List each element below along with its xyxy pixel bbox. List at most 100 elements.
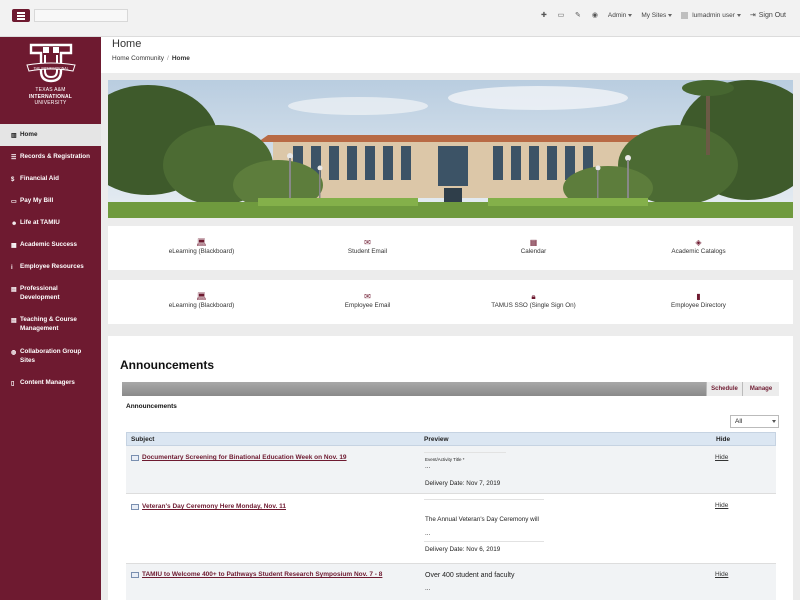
sidebar-item-financial-aid[interactable]: $ Financial Aid [0,168,101,190]
table-row: Veteran's Day Ceremony Here Monday, Nov.… [126,494,776,564]
hide-link[interactable]: Hide [715,502,728,509]
table-row: Documentary Screening for Binational Edu… [126,446,776,494]
sidebar-item-content-managers[interactable]: ▯ Content Managers [0,372,101,394]
filter-selected-value: All [735,418,743,425]
sidebar-item-label: Records & Registration [20,153,90,160]
column-subject[interactable]: Subject [131,436,154,443]
table-header: Subject Preview Hide [126,432,776,446]
subject-text: Documentary Screening for Binational Edu… [142,454,347,461]
page-header: Home Home Community / Home [101,37,800,73]
sidebar-item-label: Content Managers [20,379,75,386]
breadcrumb-root-link[interactable]: Home Community [112,55,164,62]
quicklink-label: Employee Directory [671,302,726,309]
envelope-icon [131,503,139,510]
university-logo[interactable]: THE INTERNATIONAL TEXAS A&M INTERNATIONA… [0,37,101,124]
user-menu[interactable]: lumadmin user [681,11,741,19]
sidebar-item-label: Academic Success [20,241,78,248]
delivery-date: Delivery Date: Nov 6, 2019 [425,546,501,553]
university-wordmark: TEXAS A&M INTERNATIONAL UNIVERSITY [29,87,72,107]
quicklink-academic-catalogs[interactable]: ◈ Academic Catalogs [613,238,784,255]
page-title: Home [112,38,142,50]
edit-icon[interactable]: ✎ [574,11,582,19]
svg-text:THE INTERNATIONAL: THE INTERNATIONAL [32,67,68,71]
preview-divider [424,541,544,542]
top-bar: ✚ ▭ ✎ ◉ Admin My Sites lumadmin user ⇥ S… [0,0,800,37]
admin-menu[interactable]: Admin [608,12,633,19]
quicklink-employee-email[interactable]: ✉ Employee Email [282,292,453,309]
breadcrumb-current: Home [171,55,190,62]
sidebar-item-pay-my-bill[interactable]: ▭ Pay My Bill [0,190,101,212]
plus-icon[interactable]: ✚ [540,11,548,19]
sidebar: THE INTERNATIONAL TEXAS A&M INTERNATIONA… [0,37,101,600]
quick-links-employees: 💻︎ eLearning (Blackboard) ✉ Employee Ema… [108,280,793,324]
quicklink-label: eLearning (Blackboard) [168,248,235,255]
address-book-icon: ▮ [696,292,701,301]
list-icon: ☰ [11,154,17,161]
sidebar-item-label: Employee Resources [20,263,84,270]
eye-icon[interactable]: ◉ [591,11,599,19]
hide-link[interactable]: Hide [715,454,728,461]
sidebar-item-records-registration[interactable]: ☰ Records & Registration [0,146,101,168]
quicklink-elearning-employee[interactable]: 💻︎ eLearning (Blackboard) [116,292,287,309]
users-icon: ☻ [11,220,18,227]
quicklink-tamus-sso[interactable]: 🔒︎ TAMUS SSO (Single Sign On) [448,292,619,309]
lock-icon: 🔒︎ [531,292,536,301]
sidebar-item-academic-success[interactable]: ▦ Academic Success [0,234,101,256]
quicklink-label: TAMUS SSO (Single Sign On) [491,302,576,309]
schedule-button[interactable]: Schedule [706,382,742,396]
sidebar-item-life-at-tamiu[interactable]: ☻ Life at TAMIU [0,212,101,234]
grid-icon: ▦ [11,242,17,249]
sidebar-item-label: Pay My Bill [20,197,54,204]
quick-links-students: 💻︎ eLearning (Blackboard) ✉ Student Emai… [108,226,793,270]
dollar-icon: $ [11,176,15,183]
search-input[interactable] [34,9,128,22]
preview-ellipsis: ... [425,530,431,537]
column-preview[interactable]: Preview [424,436,449,443]
chevron-down-icon [668,13,673,17]
logo-line-1: TEXAS A&M [35,87,66,93]
sidebar-item-home[interactable]: ▥ Home [0,124,101,146]
quicklink-label: Calendar [520,248,547,255]
announcement-filter-select[interactable]: All [730,415,779,428]
sign-out-button[interactable]: ⇥ Sign Out [749,11,786,20]
campus-banner-image [108,80,793,218]
hide-link[interactable]: Hide [715,571,728,578]
announcement-subject-link[interactable]: Documentary Screening for Binational Edu… [131,454,347,461]
my-sites-menu[interactable]: My Sites [641,11,673,19]
sidebar-item-professional-development[interactable]: ▤ Professional Development [0,278,101,309]
preview-divider [424,499,544,500]
quicklink-calendar[interactable]: ▦ Calendar [448,238,619,255]
card-icon: ▭ [11,198,17,205]
column-hide[interactable]: Hide [716,436,730,443]
quicklink-student-email[interactable]: ✉ Student Email [282,238,453,255]
sidebar-item-teaching-course-management[interactable]: ▤ Teaching & Course Management [0,309,101,341]
announcements-subheading: Announcements [126,403,177,410]
envelope-icon: ✉ [364,238,371,247]
calendar-icon: ▦ [529,238,538,247]
hamburger-menu-button[interactable] [12,9,30,22]
sign-out-icon: ⇥ [749,12,756,19]
laptop-icon: 💻︎ [196,292,207,301]
chevron-down-icon [628,13,633,17]
preview-ellipsis: ... [425,463,431,470]
my-sites-label: My Sites [641,11,667,19]
quicklink-employee-directory[interactable]: ▮ Employee Directory [613,292,784,309]
breadcrumb-separator: / [167,55,169,62]
announcements-heading: Announcements [120,358,215,372]
sign-out-label: Sign Out [758,11,786,19]
manage-button[interactable]: Manage [742,382,779,396]
breadcrumb: Home Community / Home [112,55,190,62]
file-icon: ▯ [11,380,15,387]
user-name: lumadmin user [692,11,735,19]
delivery-date: Delivery Date: Nov 7, 2019 [425,480,501,487]
chevron-down-icon [772,420,776,423]
monitor-icon[interactable]: ▭ [557,11,565,19]
announcement-subject-link[interactable]: TAMIU to Welcome 400+ to Pathways Studen… [131,571,382,578]
sidebar-item-employee-resources[interactable]: i Employee Resources [0,256,101,278]
sidebar-item-collaboration-group-sites[interactable]: ◍ Collaboration Group Sites [0,341,101,372]
announcement-subject-link[interactable]: Veteran's Day Ceremony Here Monday, Nov.… [131,503,286,510]
preview-divider [424,452,506,453]
quicklink-elearning-student[interactable]: 💻︎ eLearning (Blackboard) [116,238,287,255]
sidebar-item-label: Life at TAMIU [20,219,60,226]
announcements-toolbar: Schedule Manage [122,382,779,396]
